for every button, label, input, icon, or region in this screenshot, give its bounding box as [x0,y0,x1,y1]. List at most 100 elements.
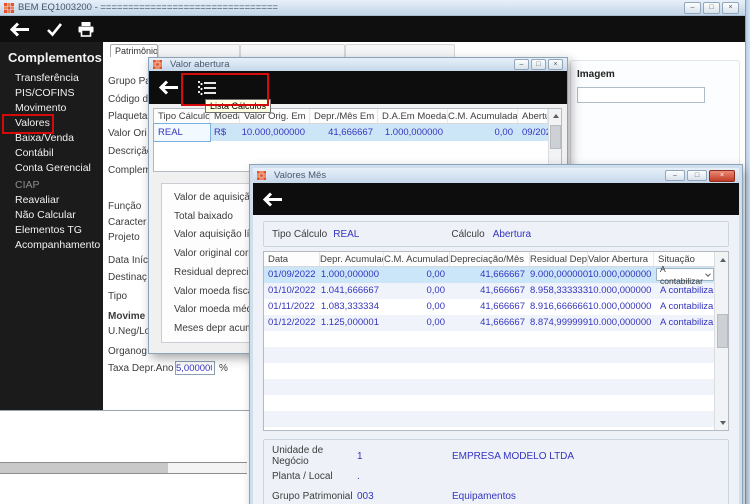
column-header[interactable]: C.M. Acumulada [384,252,450,266]
tab-patrimonio[interactable]: Patrimônio [110,44,158,57]
cell-cm-acumulada: 0,00 [384,299,450,315]
column-header[interactable]: Residual Depr. [530,252,588,266]
tab-hidden-1[interactable] [158,44,240,57]
column-header[interactable]: D.A.Em Moeda [378,109,448,123]
cell-depr-acumulada: 1.041,666667 [320,283,384,299]
unidade-negocio-name: EMPRESA MODELO LTDA [452,451,574,462]
empty-row [264,411,728,427]
cell-depreciacao-mes: 41,666667 [450,267,530,283]
tipo-calculo-value: REAL [333,229,359,240]
column-header[interactable]: Abertura [518,109,548,123]
taxa-depr-input[interactable] [175,361,215,375]
info-row: Planta / Local . [272,466,728,486]
close-button[interactable]: × [722,2,739,14]
print-icon[interactable] [77,21,95,37]
sidebar-item-conta-gerencial[interactable]: Conta Gerencial [0,161,103,176]
calc-info-box: Tipo Cálculo REAL Cálculo Abertura [263,221,729,247]
column-header[interactable]: Valor Abertura [588,252,654,266]
sidebar-item-nao-calcular[interactable]: Não Calcular [0,208,103,223]
field-label: Função [108,201,141,212]
table-row[interactable]: 01/12/2022 1.125,000001 0,00 41,666667 8… [264,315,728,331]
minimize-button[interactable]: – [514,59,529,70]
cell-valor-abertura: 10.000,000000 [588,299,654,315]
valores-mes-table: Data Depr. Acumulada C.M. Acumulada Depr… [263,251,729,431]
scrollbar-thumb[interactable] [550,125,561,149]
main-window-title: BEM EQ1003200 - ========================… [18,2,278,13]
cell-valor-abertura: 10.000,000000 [588,267,654,283]
empty-row [264,331,728,347]
field-label: Tipo [108,291,127,302]
sidebar-item-acompanhamento[interactable]: Acompanhamento [0,238,103,253]
tab-hidden-3[interactable] [345,44,455,57]
vertical-scrollbar[interactable] [548,109,561,171]
confirm-icon[interactable] [46,22,63,37]
table-row[interactable]: 01/10/2022 1.041,666667 0,00 41,666667 8… [264,283,728,299]
table-row[interactable]: REAL R$ 10.000,000000 41,666667 1.000,00… [154,124,561,141]
cell-da: 1.000,000000 [378,124,448,141]
sidebar-item-contabil[interactable]: Contábil [0,146,103,161]
horizontal-scrollbar[interactable] [0,462,247,474]
imagem-input[interactable] [577,87,705,103]
imagem-label: Imagem [577,69,615,80]
cell-situacao: A contabilizar [654,299,716,315]
scroll-down-icon[interactable] [717,417,728,428]
sidebar-item-elementos-tg[interactable]: Elementos TG [0,223,103,238]
sidebar-item-pis-cofins[interactable]: PIS/COFINS [0,86,103,101]
cell-valor-abertura: 10.000,000000 [588,283,654,299]
scroll-up-icon[interactable] [550,110,561,121]
section-label-movimento: Movime [108,311,145,322]
maximize-button[interactable]: □ [687,170,707,181]
main-titlebar: BEM EQ1003200 - ========================… [0,0,745,16]
table-row[interactable]: 01/11/2022 1.083,333334 0,00 41,666667 8… [264,299,728,315]
back-icon[interactable] [8,21,32,38]
empty-row [264,379,728,395]
field-label: Complem [108,165,151,176]
close-button[interactable]: × [548,59,563,70]
field-label: Plaqueta [108,111,147,122]
horizontal-scrollbar-thumb[interactable] [0,463,168,473]
minimize-button[interactable]: – [684,2,701,14]
column-header[interactable]: Depr./Mês Em Moeda [310,109,378,123]
minimize-button[interactable]: – [665,170,685,181]
column-header[interactable]: Depreciação/Mês [450,252,530,266]
scrollbar-thumb[interactable] [717,314,728,348]
maximize-button[interactable]: □ [531,59,546,70]
cell-data: 01/12/2022 [264,315,320,331]
chevron-down-icon [705,271,710,276]
window-icon [153,60,162,69]
field-label: Caracter [108,217,146,228]
cell-tipo-calculo: REAL [154,124,210,141]
sidebar-header: Complementos [0,42,103,71]
cell-residual: 8.874,999999 [530,315,588,331]
field-label: Descrição [108,146,152,157]
cell-cm-acumulada: 0,00 [384,267,450,283]
sidebar-item-transferencia[interactable]: Transferência [0,71,103,86]
back-icon[interactable] [157,79,181,96]
maximize-button[interactable]: □ [703,2,720,14]
field-label: Organog [108,346,147,357]
column-header[interactable]: C.M. Acumulada [448,109,518,123]
back-icon[interactable] [261,191,285,208]
valores-mes-title: Valores Mês [274,170,326,181]
empty-row [264,427,728,431]
close-button[interactable]: × [709,170,735,182]
planta-local-label: Planta / Local [272,471,357,482]
scroll-up-icon[interactable] [717,254,728,265]
field-label: Projeto [108,232,140,243]
column-header[interactable]: Depr. Acumulada [320,252,384,266]
valores-mes-body: Tipo Cálculo REAL Cálculo Abertura Data … [253,215,739,504]
vertical-scrollbar[interactable] [714,252,728,430]
column-header[interactable]: Data [264,252,320,266]
tab-hidden-2[interactable] [240,44,345,57]
cell-valor-orig: 10.000,000000 [240,124,310,141]
column-header[interactable]: Tipo Cálculo [154,109,210,123]
main-toolbar [0,16,745,42]
cell-moeda: R$ [210,124,240,141]
info-row: Unidade de Negócio 1 EMPRESA MODELO LTDA [272,446,728,466]
sidebar-item-reavaliar[interactable]: Reavaliar [0,193,103,208]
tipo-calculo-label: Tipo Cálculo [272,229,327,240]
valores-mes-titlebar: Valores Mês – □ × [253,168,739,183]
cell-data: 01/09/2022 [264,267,320,283]
situacao-dropdown[interactable]: A contabilizar [656,268,714,281]
table-row[interactable]: 01/09/2022 1.000,000000 0,00 41,666667 9… [264,267,728,283]
